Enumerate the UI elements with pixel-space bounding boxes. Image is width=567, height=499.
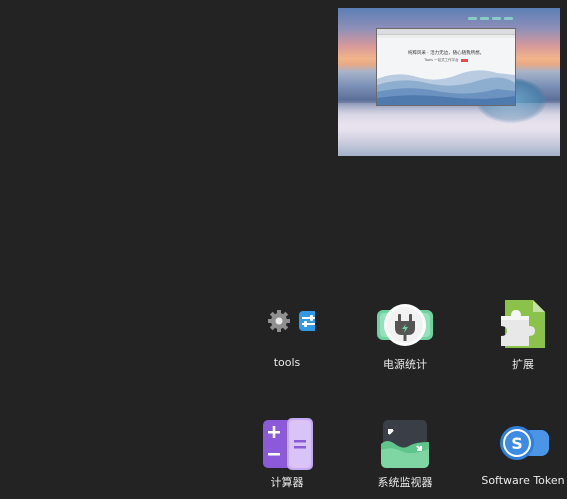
app-label: 计算器 — [270, 476, 304, 489]
app-software-token[interactable]: S Software Token — [468, 416, 567, 496]
workspace-preview[interactable]: 纯粹风采 · 活力无边，随心随我所想。 Tools 一站式工作平台 — [338, 8, 560, 156]
window-toolbar — [377, 35, 515, 38]
app-label: 电源统计 — [383, 358, 427, 371]
app-label: Software Token — [481, 474, 565, 487]
workspace-browser-window[interactable]: 纯粹风采 · 活力无边，随心随我所想。 Tools 一站式工作平台 — [376, 28, 516, 106]
workspace-tray — [468, 17, 513, 22]
app-tools[interactable]: tools — [232, 298, 342, 378]
window-mountains — [377, 70, 515, 105]
window-subtext: Tools 一站式工作平台 — [377, 58, 515, 63]
app-label: tools — [273, 356, 301, 369]
app-label: 扩展 — [512, 358, 534, 371]
token-icon: S — [495, 416, 551, 472]
workspace-snow — [338, 103, 560, 156]
svg-text:S: S — [511, 434, 523, 453]
puzzle-icon — [495, 298, 551, 354]
app-extensions[interactable]: 扩展 — [468, 298, 567, 378]
monitor-icon — [377, 416, 433, 472]
app-power-stats[interactable]: 电源统计 — [350, 298, 460, 378]
app-system-monitor[interactable]: 系统监视器 — [350, 416, 460, 496]
window-headline: 纯粹风采 · 活力无边，随心随我所想。 — [407, 51, 485, 56]
power-plug-icon — [377, 298, 433, 354]
app-label: 系统监视器 — [377, 476, 433, 489]
tools-folder-icon — [259, 298, 315, 354]
app-calculator[interactable]: 计算器 — [232, 416, 342, 496]
calculator-icon — [259, 416, 315, 472]
